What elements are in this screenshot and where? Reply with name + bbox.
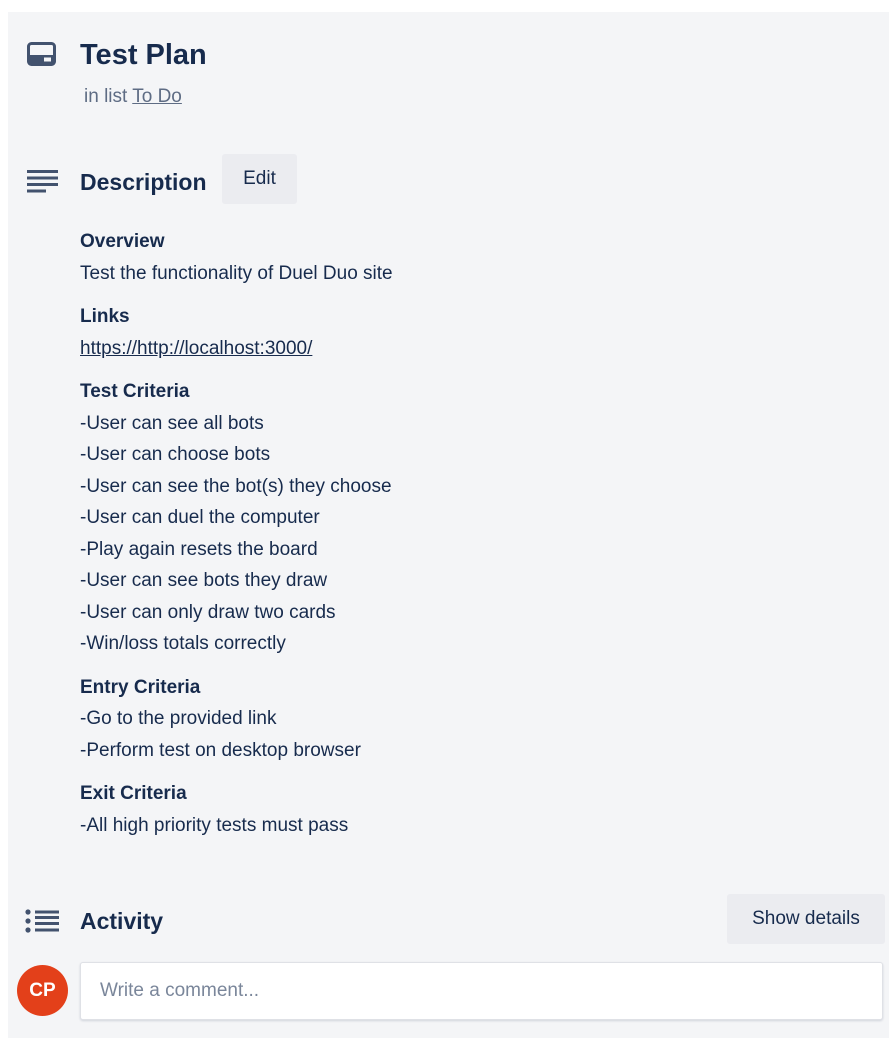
edit-description-button[interactable]: Edit xyxy=(222,154,297,204)
card-title[interactable]: Test Plan xyxy=(80,36,207,74)
description-group-exit-criteria: Exit Criteria -All high priority tests m… xyxy=(80,778,840,841)
show-details-button[interactable]: Show details xyxy=(727,894,885,944)
description-line: Test the functionality of Duel Duo site xyxy=(80,262,393,284)
description-line: -User can see the bot(s) they choose xyxy=(80,475,392,497)
card-detail-panel: Test Plan in list To Do Description Edit… xyxy=(8,12,889,1038)
activity-icon xyxy=(25,909,59,933)
description-line: -All high priority tests must pass xyxy=(80,814,349,836)
description-line: -User can see bots they draw xyxy=(80,570,328,591)
group-heading: Entry Criteria xyxy=(80,676,201,698)
description-line: -Perform test on desktop browser xyxy=(80,739,361,761)
description-line: -User can duel the computer xyxy=(80,507,320,528)
description-body[interactable]: Overview Test the functionality of Duel … xyxy=(80,226,840,853)
description-icon xyxy=(27,170,58,193)
localhost-link[interactable]: https://http://localhost:3000/ xyxy=(80,338,312,359)
description-line: -Go to the provided link xyxy=(80,708,277,729)
group-heading: Links xyxy=(80,306,130,327)
description-title: Description xyxy=(80,169,207,195)
description-line: -User can choose bots xyxy=(80,444,271,465)
card-list-info: in list To Do xyxy=(84,83,182,111)
card-icon xyxy=(27,42,56,66)
description-group-test-criteria: Test Criteria -User can see all bots -Us… xyxy=(80,376,840,660)
description-group-links: Links https://http://localhost:3000/ xyxy=(80,301,840,364)
description-group-entry-criteria: Entry Criteria -Go to the provided link … xyxy=(80,672,840,767)
in-list-prefix: in list xyxy=(84,86,128,107)
description-line: -User can see all bots xyxy=(80,412,264,434)
activity-title: Activity xyxy=(80,908,164,934)
description-line: -Win/loss totals correctly xyxy=(80,633,286,654)
description-line: -User can only draw two cards xyxy=(80,601,336,623)
comment-input[interactable] xyxy=(80,962,883,1020)
list-link[interactable]: To Do xyxy=(132,86,182,107)
description-group-overview: Overview Test the functionality of Duel … xyxy=(80,226,840,289)
avatar[interactable]: CP xyxy=(17,965,68,1016)
group-heading: Overview xyxy=(80,231,165,252)
group-heading: Test Criteria xyxy=(80,381,190,402)
group-heading: Exit Criteria xyxy=(80,783,187,804)
description-line: -Play again resets the board xyxy=(80,538,318,560)
